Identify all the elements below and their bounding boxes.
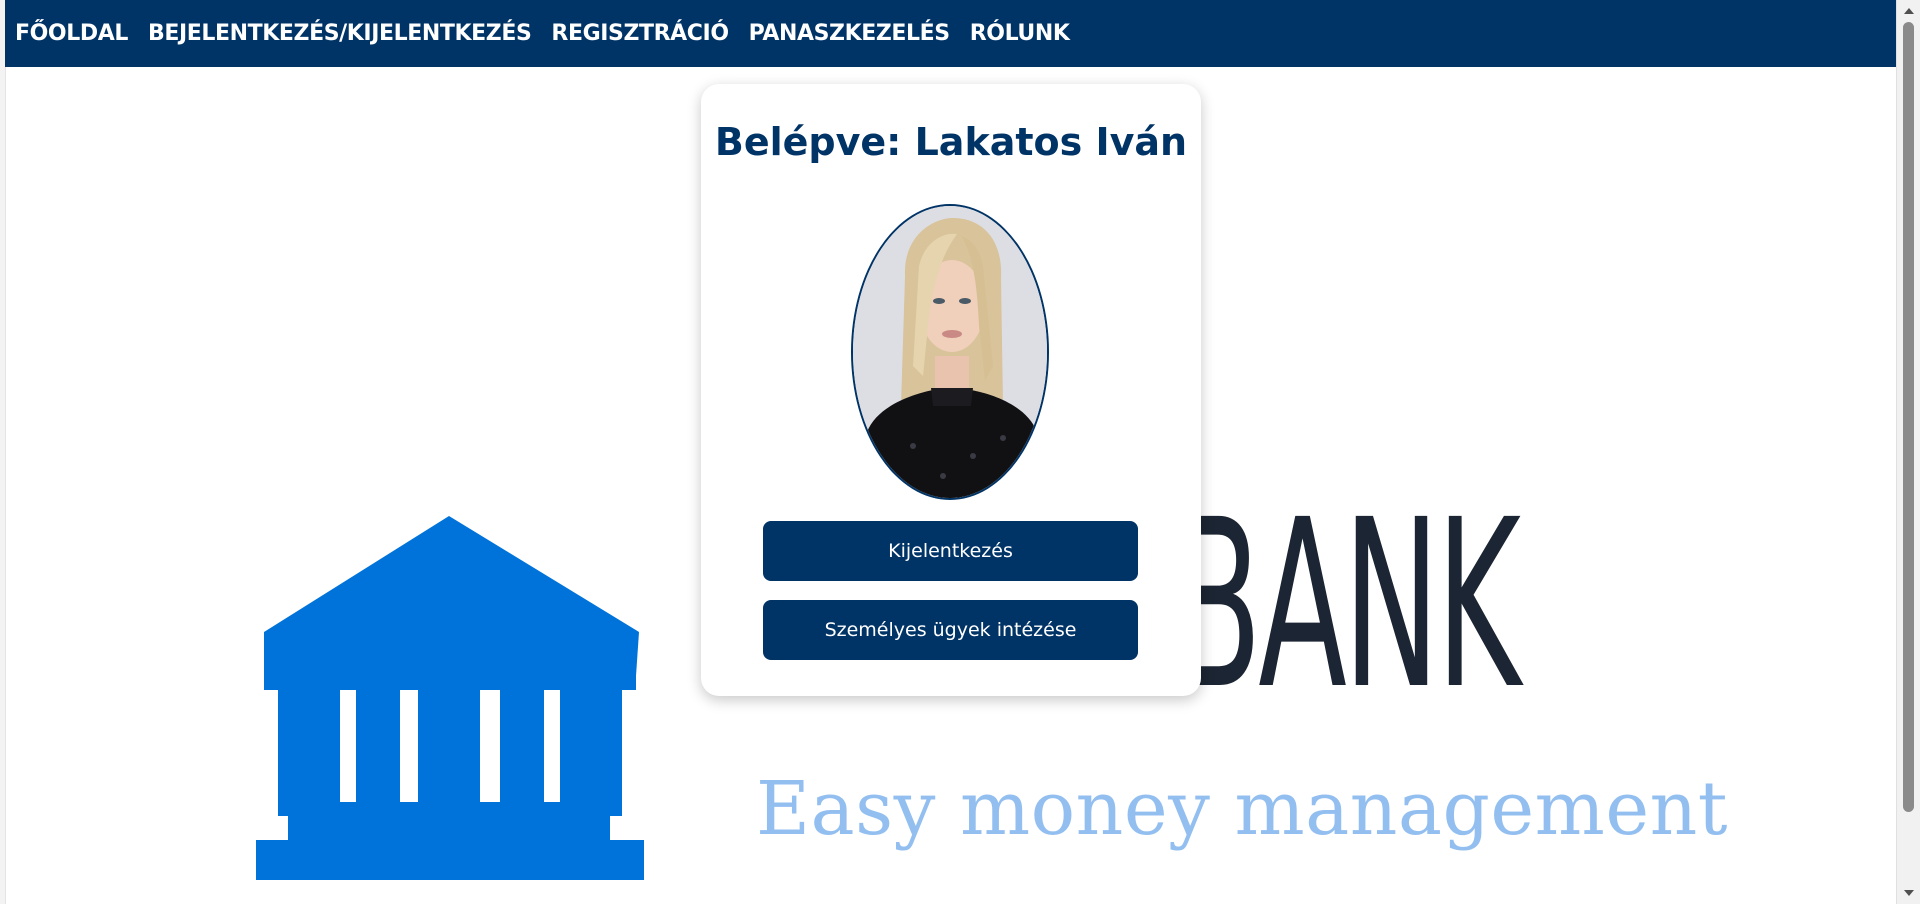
scroll-up-arrow-icon[interactable] xyxy=(1904,8,1914,14)
nav-registration[interactable]: REGISZTRÁCIÓ xyxy=(551,21,729,46)
scroll-down-arrow-icon[interactable] xyxy=(1904,890,1914,896)
personal-affairs-button[interactable]: Személyes ügyek intézése xyxy=(763,600,1138,660)
logged-in-title: Belépve: Lakatos Iván xyxy=(714,120,1188,164)
window-edge xyxy=(0,0,6,904)
brand-part-dark: BANK xyxy=(1173,470,1521,740)
page: FŐOLDAL BEJELENTKEZÉS/KIJELENTKEZÉS REGI… xyxy=(0,0,1920,904)
nav-about-us[interactable]: RÓLUNK xyxy=(970,21,1070,46)
logout-button[interactable]: Kijelentkezés xyxy=(763,521,1138,581)
vertical-scrollbar[interactable] xyxy=(1896,0,1920,904)
nav-home[interactable]: FŐOLDAL xyxy=(15,21,128,46)
profile-card: Belépve: Lakatos Iván Kijelentkezés Szem… xyxy=(701,84,1201,696)
bank-building-icon xyxy=(256,516,644,880)
avatar xyxy=(851,204,1049,500)
tagline: Easy money management xyxy=(756,766,1729,852)
nav-complaints[interactable]: PANASZKEZELÉS xyxy=(749,21,951,46)
top-navigation: FŐOLDAL BEJELENTKEZÉS/KIJELENTKEZÉS REGI… xyxy=(5,0,1896,67)
nav-login-logout[interactable]: BEJELENTKEZÉS/KIJELENTKEZÉS xyxy=(148,21,532,46)
scroll-thumb[interactable] xyxy=(1903,22,1914,812)
